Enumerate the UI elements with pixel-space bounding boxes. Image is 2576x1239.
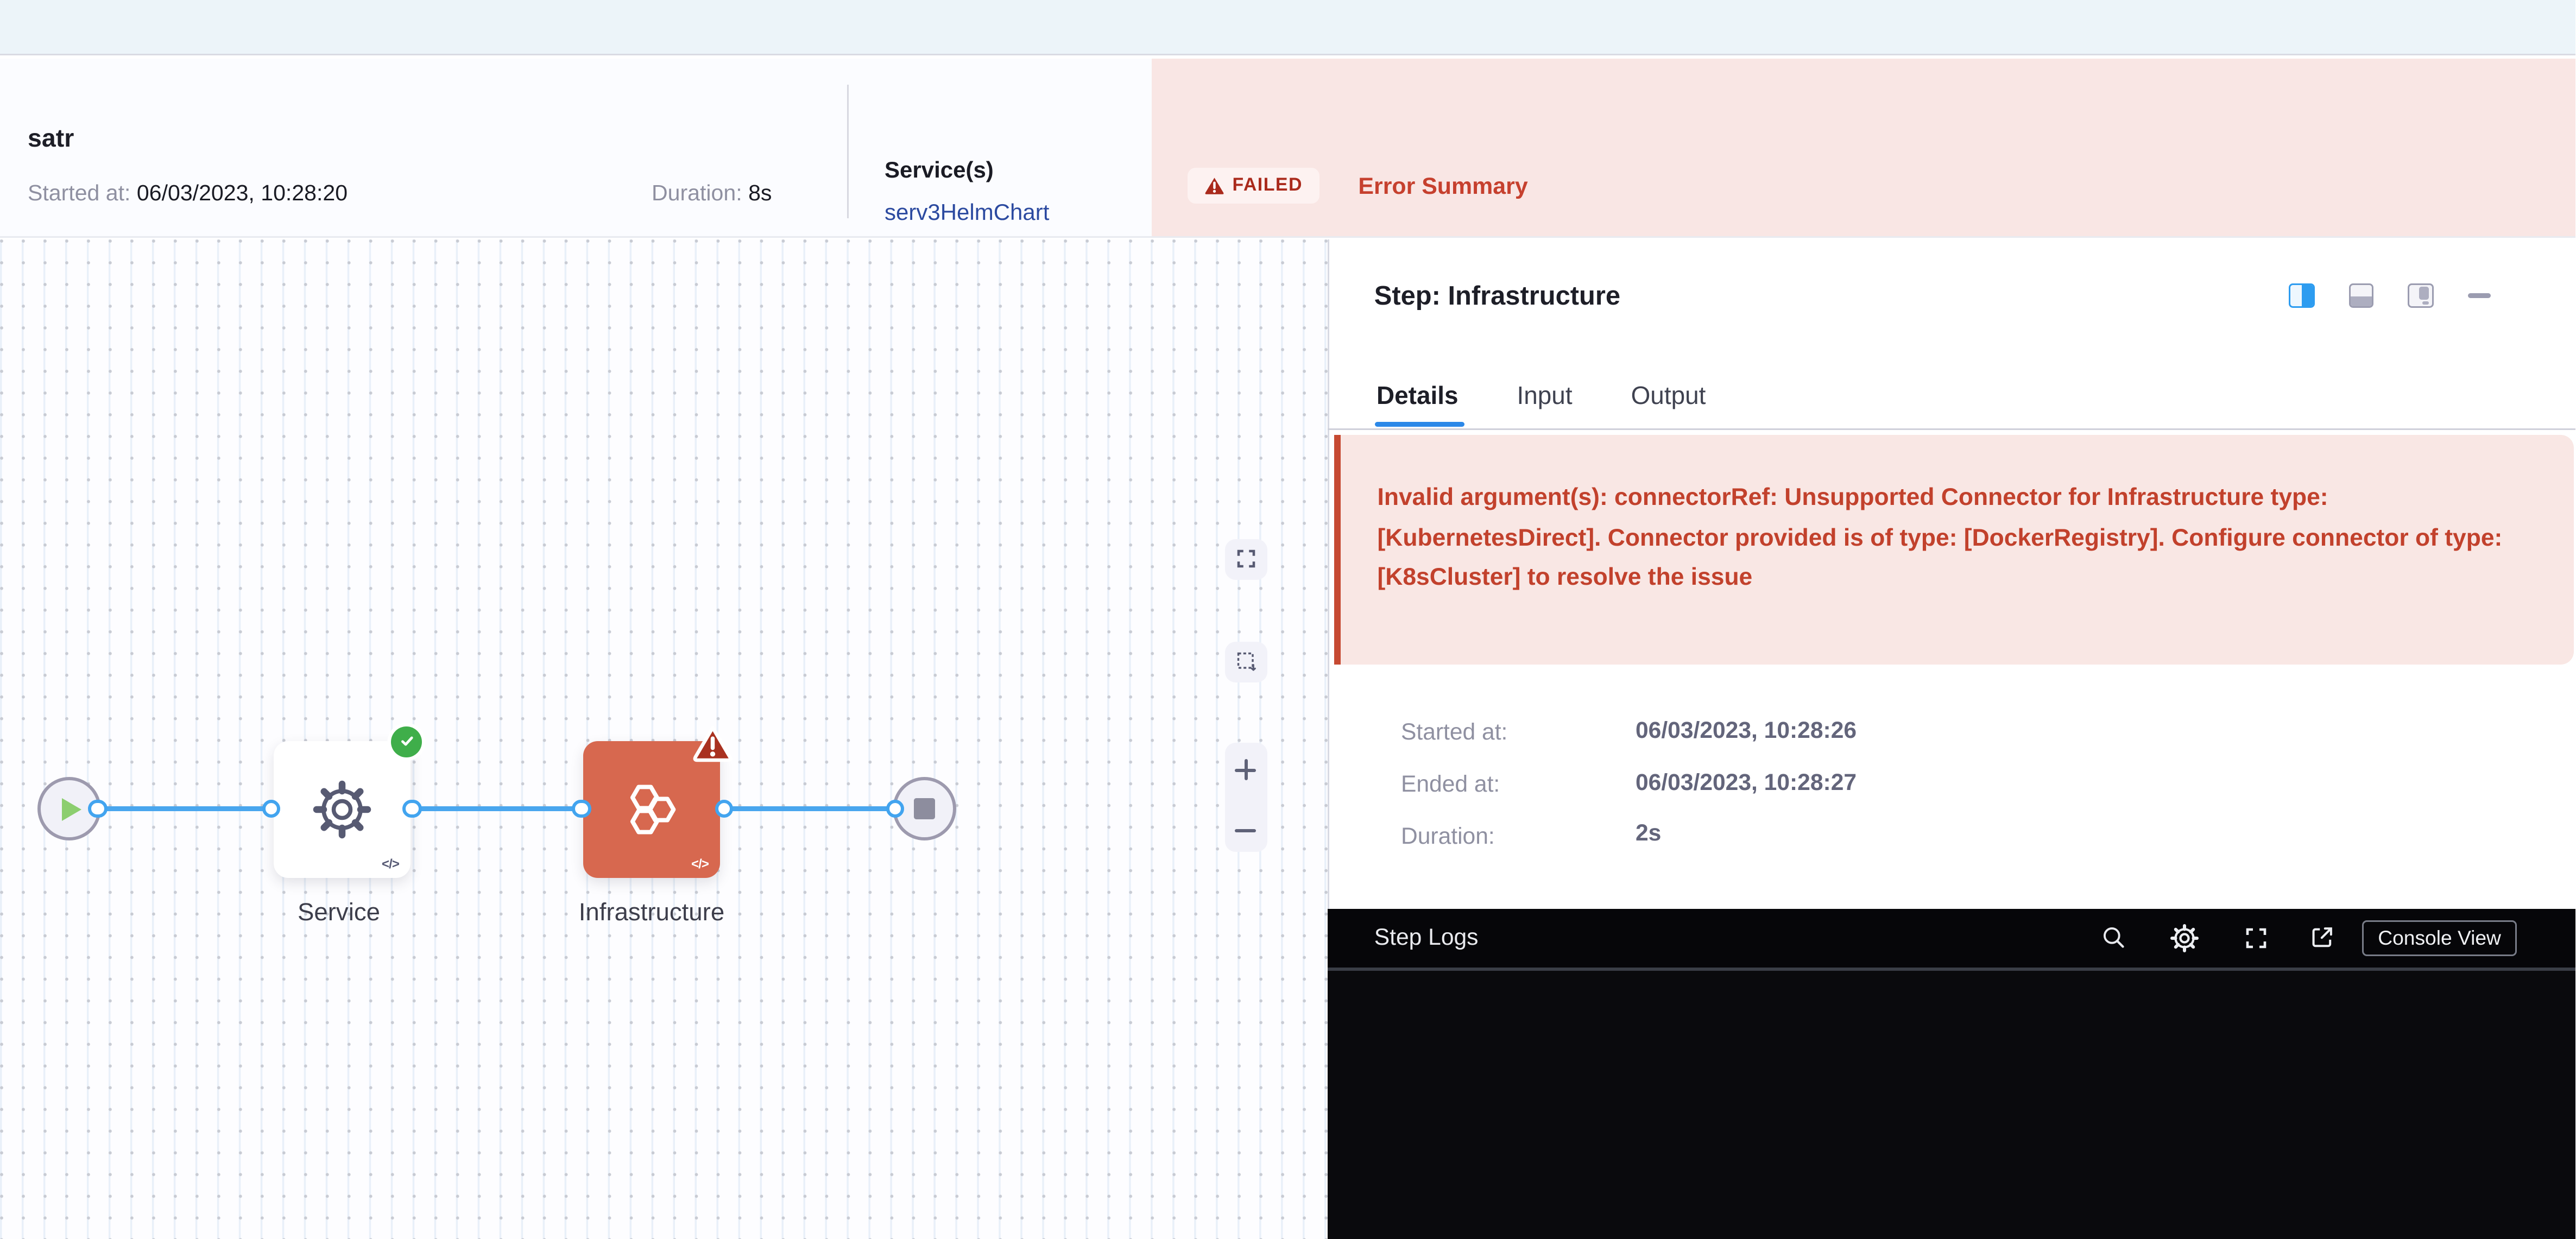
minus-icon: [1235, 829, 1257, 832]
canvas-select-button[interactable]: [1225, 641, 1267, 683]
gear-icon: [2168, 921, 2200, 954]
detail-label: Ended at:: [1401, 772, 1500, 798]
detail-label: Duration:: [1401, 824, 1495, 850]
gear-icon: [310, 776, 375, 842]
canvas-zoom-controls: [1225, 743, 1267, 852]
console-view-label: Console View: [2378, 926, 2501, 949]
external-link-icon: [2308, 924, 2335, 952]
edge-service-infrastructure: [412, 807, 582, 811]
infrastructure-node[interactable]: </>: [583, 741, 720, 877]
step-logs-content[interactable]: [1328, 970, 2576, 1239]
execution-header: satr Started at: 06/03/2023, 10:28:20 Du…: [0, 58, 2576, 238]
code-icon: </>: [382, 856, 399, 871]
service-node-label: Service: [241, 899, 437, 926]
started-at-meta: Started at: 06/03/2023, 10:28:20: [28, 180, 348, 205]
logs-settings-button[interactable]: [2168, 921, 2200, 954]
pipeline-canvas[interactable]: </> Service </> Infrastructure: [0, 239, 1328, 1239]
bottom-split-icon: [2350, 297, 2372, 306]
tab-input[interactable]: Input: [1517, 383, 1573, 412]
services-label: Service(s): [885, 156, 994, 182]
error-message-text: Invalid argument(s): connectorRef: Unsup…: [1378, 479, 2531, 599]
edge-start-service: [98, 807, 272, 811]
connector-port: [89, 800, 107, 818]
layout-right-split-button[interactable]: [2289, 283, 2314, 308]
started-at-label: Started at:: [28, 180, 130, 205]
layout-bottom-split-button[interactable]: [2348, 283, 2374, 308]
canvas-fullscreen-button[interactable]: [1225, 539, 1267, 580]
service-node[interactable]: </>: [274, 741, 411, 877]
error-summary-heading: Error Summary: [1358, 174, 1527, 200]
pipeline-name: satr: [28, 125, 74, 154]
stop-icon: [914, 799, 935, 819]
connector-port: [572, 800, 591, 818]
detail-value: 06/03/2023, 10:28:27: [1636, 770, 1857, 796]
right-split-icon: [2302, 285, 2312, 307]
top-nav-strip: [0, 0, 2576, 55]
status-badge-label: FAILED: [1233, 176, 1303, 195]
step-title: Step: Infrastructure: [1374, 281, 1620, 312]
code-icon: </>: [691, 856, 709, 871]
float-panel-icon: [2419, 287, 2429, 301]
float-panel-icon: [2423, 301, 2428, 304]
marquee-select-icon: [1234, 650, 1258, 674]
fullscreen-icon: [2243, 925, 2269, 951]
panel-layout-controls: [2289, 283, 2490, 308]
console-view-button[interactable]: Console View: [2362, 920, 2517, 957]
infrastructure-node-label: Infrastructure: [538, 899, 766, 926]
step-tabs: Details Input Output: [1377, 383, 1706, 412]
zoom-in-button[interactable]: [1225, 743, 1267, 796]
plus-icon: [1244, 760, 1247, 781]
duration-label: Duration:: [652, 180, 742, 205]
tab-output[interactable]: Output: [1631, 383, 1706, 412]
duration-meta: Duration: 8s: [652, 180, 772, 205]
warning-triangle-icon: [1203, 176, 1224, 195]
detail-label: Started at:: [1401, 720, 1507, 746]
failure-warning-icon: [691, 723, 735, 763]
duration-value: 8s: [748, 180, 772, 205]
started-at-value: 06/03/2023, 10:28:20: [137, 180, 348, 205]
minimize-panel-button[interactable]: [2467, 293, 2490, 298]
status-badge: FAILED: [1187, 167, 1319, 204]
tabs-bottom-border: [1328, 429, 2576, 431]
service-link[interactable]: serv3HelmChart: [885, 198, 1049, 224]
zoom-out-button[interactable]: [1225, 798, 1267, 852]
search-icon: [2099, 924, 2127, 952]
edge-infrastructure-end: [724, 807, 895, 811]
connector-port: [403, 800, 421, 818]
logs-search-button[interactable]: [2099, 924, 2127, 952]
fullscreen-icon: [1234, 548, 1257, 571]
detail-value: 06/03/2023, 10:28:26: [1636, 718, 1857, 744]
step-logs-title: Step Logs: [1374, 925, 1479, 951]
layout-float-button[interactable]: [2408, 283, 2433, 308]
error-message-box: Invalid argument(s): connectorRef: Unsup…: [1334, 435, 2573, 665]
header-divider: [847, 84, 849, 218]
detail-value: 2s: [1636, 821, 1661, 847]
success-check-icon: [391, 726, 422, 757]
connector-port: [715, 800, 733, 818]
logs-open-new-tab-button[interactable]: [2308, 924, 2335, 952]
header-error-section: [1152, 58, 2576, 237]
hexagons-icon: [617, 775, 686, 843]
active-tab-underline: [1374, 421, 1464, 427]
logs-fullscreen-button[interactable]: [2243, 925, 2269, 951]
step-logs-header: Step Logs: [1328, 908, 2576, 968]
play-icon: [62, 798, 81, 820]
tab-details[interactable]: Details: [1377, 383, 1459, 412]
app-viewport: satr Started at: 06/03/2023, 10:28:20 Du…: [0, 0, 2576, 1239]
